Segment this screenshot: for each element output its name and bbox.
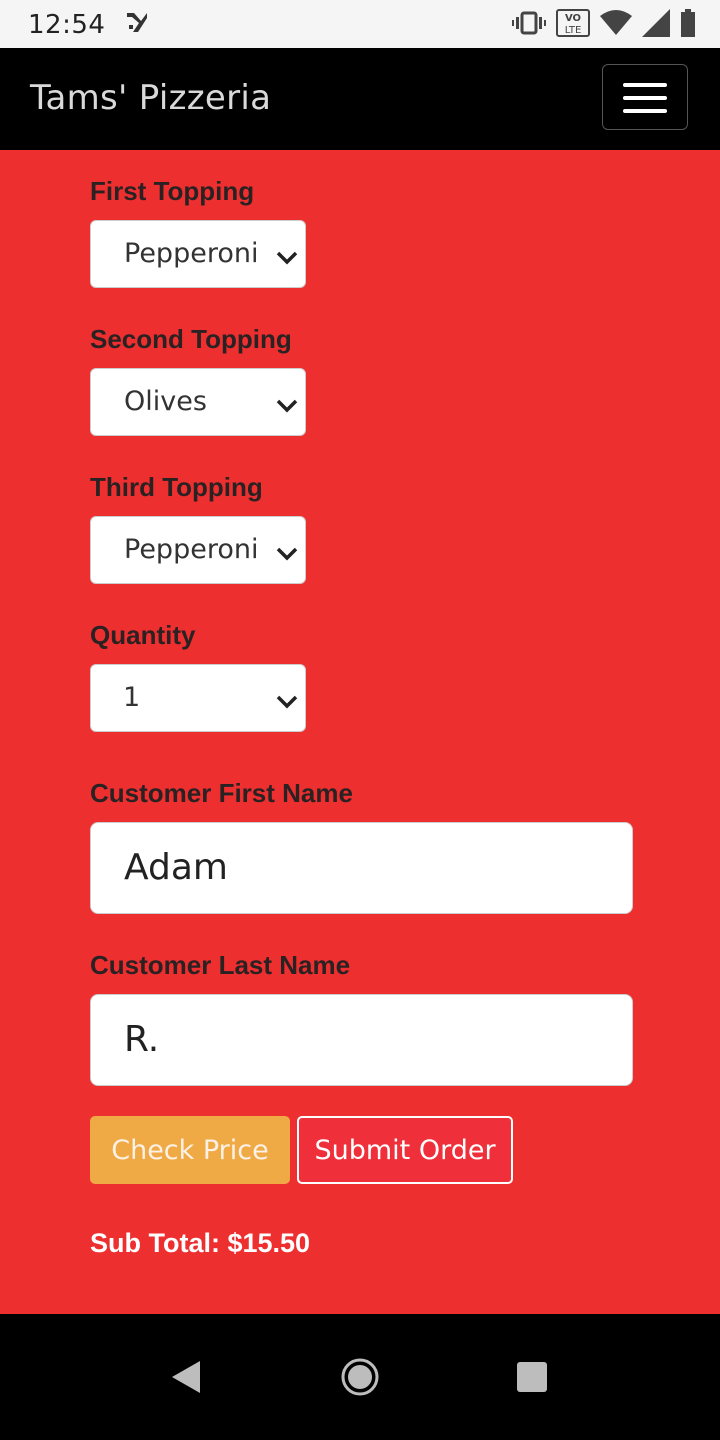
submit-order-button[interactable]: Submit Order <box>297 1116 513 1184</box>
wifi-icon <box>600 10 632 41</box>
third-topping-label: Third Topping <box>90 472 263 502</box>
status-bar: 12:54 VO LTE <box>0 0 720 48</box>
volte-icon: VO LTE <box>556 9 590 42</box>
first-topping-label: First Topping <box>90 176 255 206</box>
third-topping-value: Pepperoni <box>124 534 259 565</box>
quantity-label: Quantity <box>90 620 196 650</box>
chevron-down-icon <box>275 687 299 718</box>
chevron-down-icon <box>275 243 299 274</box>
first-topping-value: Pepperoni <box>124 238 259 269</box>
hamburger-menu-button[interactable] <box>602 64 688 130</box>
navbar: Tams' Pizzeria <box>0 48 720 150</box>
hamburger-menu-icon-bar <box>623 96 667 100</box>
quantity-select[interactable]: 1 <box>90 664 306 732</box>
hamburger-menu-icon-bar <box>623 83 667 87</box>
svg-text:VO: VO <box>565 13 581 24</box>
second-topping-value: Olives <box>124 386 207 417</box>
chevron-down-icon <box>275 391 299 422</box>
order-form: First Topping Pepperoni Second Topping O… <box>0 150 720 1314</box>
brand-title[interactable]: Tams' Pizzeria <box>30 78 271 118</box>
home-icon[interactable] <box>340 1357 380 1402</box>
last-name-field[interactable]: R. <box>90 994 633 1086</box>
system-nav-bar <box>0 1314 720 1440</box>
first-topping-select[interactable]: Pepperoni <box>90 220 306 288</box>
notification-icon <box>124 10 150 41</box>
chevron-down-icon <box>275 539 299 570</box>
subtotal-text: Sub Total: $15.50 <box>90 1228 311 1258</box>
third-topping-select[interactable]: Pepperoni <box>90 516 306 584</box>
first-name-value: Adam <box>124 847 228 888</box>
svg-text:LTE: LTE <box>565 25 582 36</box>
last-name-label: Customer Last Name <box>90 950 351 980</box>
first-name-field[interactable]: Adam <box>90 822 633 914</box>
battery-icon <box>680 9 696 42</box>
second-topping-label: Second Topping <box>90 324 292 354</box>
back-icon[interactable] <box>170 1360 202 1399</box>
recents-icon[interactable] <box>516 1361 548 1398</box>
last-name-value: R. <box>124 1019 160 1060</box>
first-name-label: Customer First Name <box>90 778 353 808</box>
status-time: 12:54 <box>28 10 106 40</box>
quantity-value: 1 <box>123 682 141 713</box>
vibrate-icon <box>512 10 546 41</box>
hamburger-menu-icon-bar <box>623 109 667 113</box>
signal-icon <box>642 9 670 42</box>
status-icons: VO LTE <box>512 9 696 42</box>
check-price-button[interactable]: Check Price <box>90 1116 290 1184</box>
second-topping-select[interactable]: Olives <box>90 368 306 436</box>
